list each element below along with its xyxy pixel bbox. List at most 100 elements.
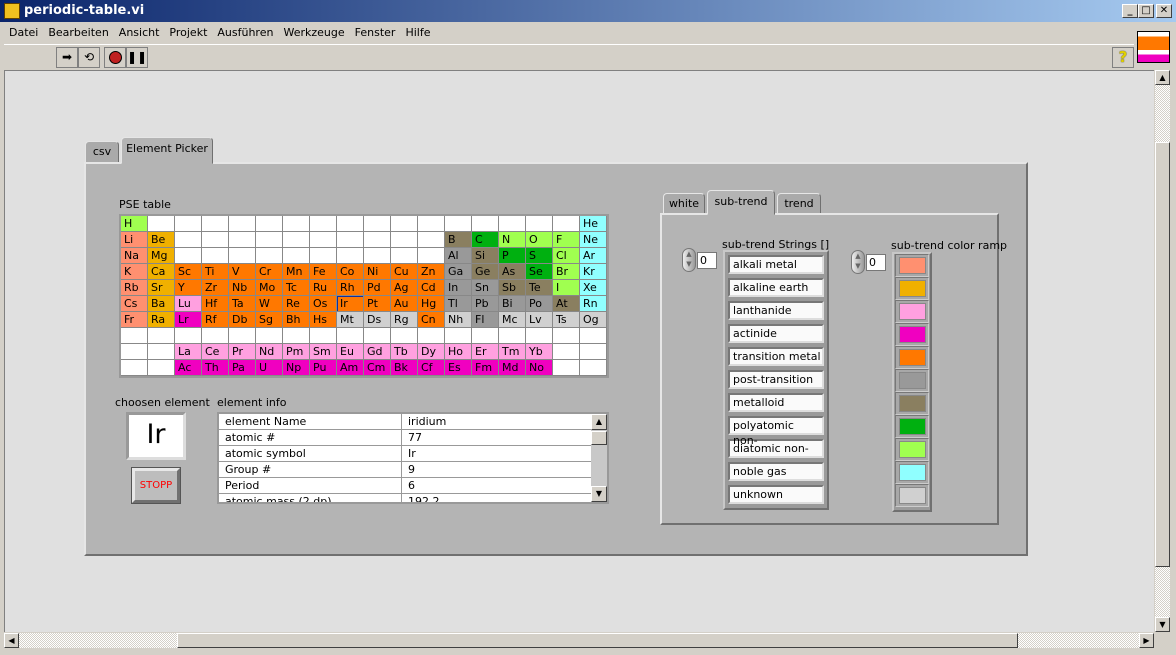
color-ramp-element[interactable]: [895, 300, 929, 323]
element-np[interactable]: Np: [283, 360, 310, 376]
empty-cell[interactable]: [121, 344, 148, 360]
element-xe[interactable]: Xe: [580, 280, 607, 296]
color-ramp-index[interactable]: 0: [866, 254, 886, 271]
element-ti[interactable]: Ti: [202, 264, 229, 280]
empty-cell[interactable]: [391, 328, 418, 344]
element-cm[interactable]: Cm: [364, 360, 391, 376]
empty-cell[interactable]: [310, 216, 337, 232]
empty-cell[interactable]: [391, 232, 418, 248]
empty-cell[interactable]: [418, 248, 445, 264]
menu-projekt[interactable]: Projekt: [164, 23, 212, 42]
subtrend-string[interactable]: polyatomic non-: [728, 416, 824, 447]
element-sg[interactable]: Sg: [256, 312, 283, 328]
empty-cell[interactable]: [202, 216, 229, 232]
subtrend-string[interactable]: transition metal: [728, 347, 824, 366]
subtrend-string[interactable]: lanthanide: [728, 301, 824, 320]
scroll-left-icon[interactable]: ◀: [4, 633, 19, 648]
element-sn[interactable]: Sn: [472, 280, 499, 296]
element-k[interactable]: K: [121, 264, 148, 280]
color-swatch[interactable]: [899, 464, 926, 481]
element-mg[interactable]: Mg: [148, 248, 175, 264]
empty-cell[interactable]: [121, 360, 148, 376]
empty-cell[interactable]: [256, 248, 283, 264]
element-s[interactable]: S: [526, 248, 553, 264]
empty-cell[interactable]: [526, 328, 553, 344]
element-p[interactable]: P: [499, 248, 526, 264]
subtrend-string[interactable]: noble gas: [728, 462, 824, 481]
color-swatch[interactable]: [899, 349, 926, 366]
vertical-scrollbar[interactable]: ▲ ▼: [1155, 70, 1170, 632]
color-swatch[interactable]: [899, 326, 926, 343]
element-es[interactable]: Es: [445, 360, 472, 376]
empty-cell[interactable]: [202, 328, 229, 344]
element-db[interactable]: Db: [229, 312, 256, 328]
color-ramp-element[interactable]: [895, 277, 929, 300]
element-fl[interactable]: Fl: [472, 312, 499, 328]
menu-hilfe[interactable]: Hilfe: [400, 23, 435, 42]
element-bk[interactable]: Bk: [391, 360, 418, 376]
element-rf[interactable]: Rf: [202, 312, 229, 328]
element-h[interactable]: H: [121, 216, 148, 232]
element-tb[interactable]: Tb: [391, 344, 418, 360]
element-cs[interactable]: Cs: [121, 296, 148, 312]
help-icon[interactable]: ?: [1112, 47, 1134, 68]
element-i[interactable]: I: [553, 280, 580, 296]
element-rh[interactable]: Rh: [337, 280, 364, 296]
empty-cell[interactable]: [175, 248, 202, 264]
empty-cell[interactable]: [256, 328, 283, 344]
empty-cell[interactable]: [148, 216, 175, 232]
element-am[interactable]: Am: [337, 360, 364, 376]
subtab-white[interactable]: white: [663, 193, 705, 214]
color-ramp-element[interactable]: [895, 346, 929, 369]
element-o[interactable]: O: [526, 232, 553, 248]
empty-cell[interactable]: [526, 216, 553, 232]
element-sb[interactable]: Sb: [499, 280, 526, 296]
scroll-right-icon[interactable]: ▶: [1139, 633, 1154, 648]
color-swatch[interactable]: [899, 418, 926, 435]
element-pr[interactable]: Pr: [229, 344, 256, 360]
empty-cell[interactable]: [472, 216, 499, 232]
element-ac[interactable]: Ac: [175, 360, 202, 376]
empty-cell[interactable]: [580, 328, 607, 344]
subtrend-strings-index[interactable]: 0: [697, 252, 717, 269]
pse-table[interactable]: H He Li Be B C N O F Ne Na Mg Al Si P S Cl Ar K Ca Sc Ti V Cr Mn…: [119, 214, 609, 378]
element-at[interactable]: At: [553, 296, 580, 312]
element-md[interactable]: Md: [499, 360, 526, 376]
element-ar[interactable]: Ar: [580, 248, 607, 264]
element-pu[interactable]: Pu: [310, 360, 337, 376]
element-zr[interactable]: Zr: [202, 280, 229, 296]
element-fr[interactable]: Fr: [121, 312, 148, 328]
color-ramp-element[interactable]: [895, 392, 929, 415]
empty-cell[interactable]: [499, 216, 526, 232]
element-fe[interactable]: Fe: [310, 264, 337, 280]
color-ramp-element[interactable]: [895, 438, 929, 461]
element-nb[interactable]: Nb: [229, 280, 256, 296]
element-ge[interactable]: Ge: [472, 264, 499, 280]
color-swatch[interactable]: [899, 441, 926, 458]
empty-cell[interactable]: [256, 232, 283, 248]
horizontal-scrollbar[interactable]: ◀ ▶: [4, 633, 1154, 648]
scroll-down-icon[interactable]: ▼: [1155, 617, 1170, 632]
empty-cell[interactable]: [202, 232, 229, 248]
element-pa[interactable]: Pa: [229, 360, 256, 376]
abort-stop-icon[interactable]: [104, 47, 126, 68]
element-po[interactable]: Po: [526, 296, 553, 312]
element-pt[interactable]: Pt: [364, 296, 391, 312]
menu-bearbeiten[interactable]: Bearbeiten: [43, 23, 113, 42]
empty-cell[interactable]: [229, 216, 256, 232]
element-cl[interactable]: Cl: [553, 248, 580, 264]
element-in[interactable]: In: [445, 280, 472, 296]
element-og[interactable]: Og: [580, 312, 607, 328]
empty-cell[interactable]: [337, 328, 364, 344]
subtrend-string[interactable]: alkali metal: [728, 255, 824, 274]
empty-cell[interactable]: [391, 216, 418, 232]
element-al[interactable]: Al: [445, 248, 472, 264]
element-os[interactable]: Os: [310, 296, 337, 312]
element-ta[interactable]: Ta: [229, 296, 256, 312]
color-swatch[interactable]: [899, 257, 926, 274]
element-n[interactable]: N: [499, 232, 526, 248]
element-b[interactable]: B: [445, 232, 472, 248]
empty-cell[interactable]: [283, 328, 310, 344]
empty-cell[interactable]: [256, 216, 283, 232]
color-ramp-index-spinner[interactable]: ▲ ▼: [851, 250, 865, 274]
